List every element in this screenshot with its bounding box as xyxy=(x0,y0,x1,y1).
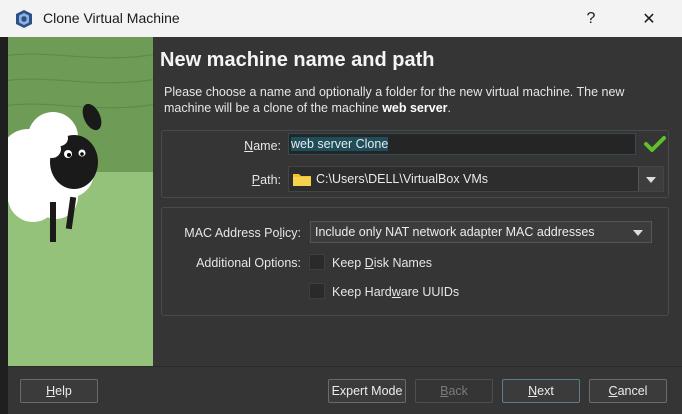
title-bar: Clone Virtual Machine ? ✕ xyxy=(0,0,682,37)
help-button[interactable]: Help xyxy=(20,379,98,403)
virtualbox-icon xyxy=(16,10,32,28)
keep-disk-names-label[interactable]: Keep Disk Names xyxy=(332,256,432,270)
page-description: Please choose a name and optionally a fo… xyxy=(164,85,625,115)
title-help-button[interactable]: ? xyxy=(568,0,614,37)
back-button[interactable]: Back xyxy=(415,379,493,403)
chevron-down-icon xyxy=(646,177,656,183)
chevron-down-icon xyxy=(633,230,643,236)
cancel-button[interactable]: Cancel xyxy=(589,379,667,403)
path-selector[interactable]: C:\Users\DELL\VirtualBox VMs xyxy=(288,166,664,192)
mac-policy-select[interactable]: Include only NAT network adapter MAC add… xyxy=(310,221,652,243)
folder-icon xyxy=(293,174,311,186)
window-title: Clone Virtual Machine xyxy=(43,10,180,26)
additional-options-label: Additional Options: xyxy=(196,256,301,270)
keep-disk-names-checkbox[interactable] xyxy=(309,254,325,270)
keep-hardware-uuids-label[interactable]: Keep Hardware UUIDs xyxy=(332,285,459,299)
name-field[interactable]: web server Clone xyxy=(288,133,636,155)
page-heading: New machine name and path xyxy=(160,49,435,71)
check-icon xyxy=(644,136,666,152)
close-button[interactable]: ✕ xyxy=(626,0,672,37)
path-label: Path: xyxy=(251,173,281,187)
clone-vm-dialog: New machine name and path Please choose … xyxy=(8,37,682,414)
button-bar-divider xyxy=(8,366,682,367)
expert-mode-button[interactable]: Expert Mode xyxy=(328,379,406,403)
path-value: C:\Users\DELL\VirtualBox VMs xyxy=(316,172,489,186)
sheep-illustration xyxy=(8,37,153,367)
source-machine-name: web server xyxy=(382,101,448,115)
name-label: Name: xyxy=(244,139,281,153)
path-dropdown-button[interactable] xyxy=(638,167,663,191)
keep-hardware-uuids-checkbox[interactable] xyxy=(309,283,325,299)
next-button[interactable]: Next xyxy=(502,379,580,403)
mac-policy-label: MAC Address Policy: xyxy=(184,226,301,240)
